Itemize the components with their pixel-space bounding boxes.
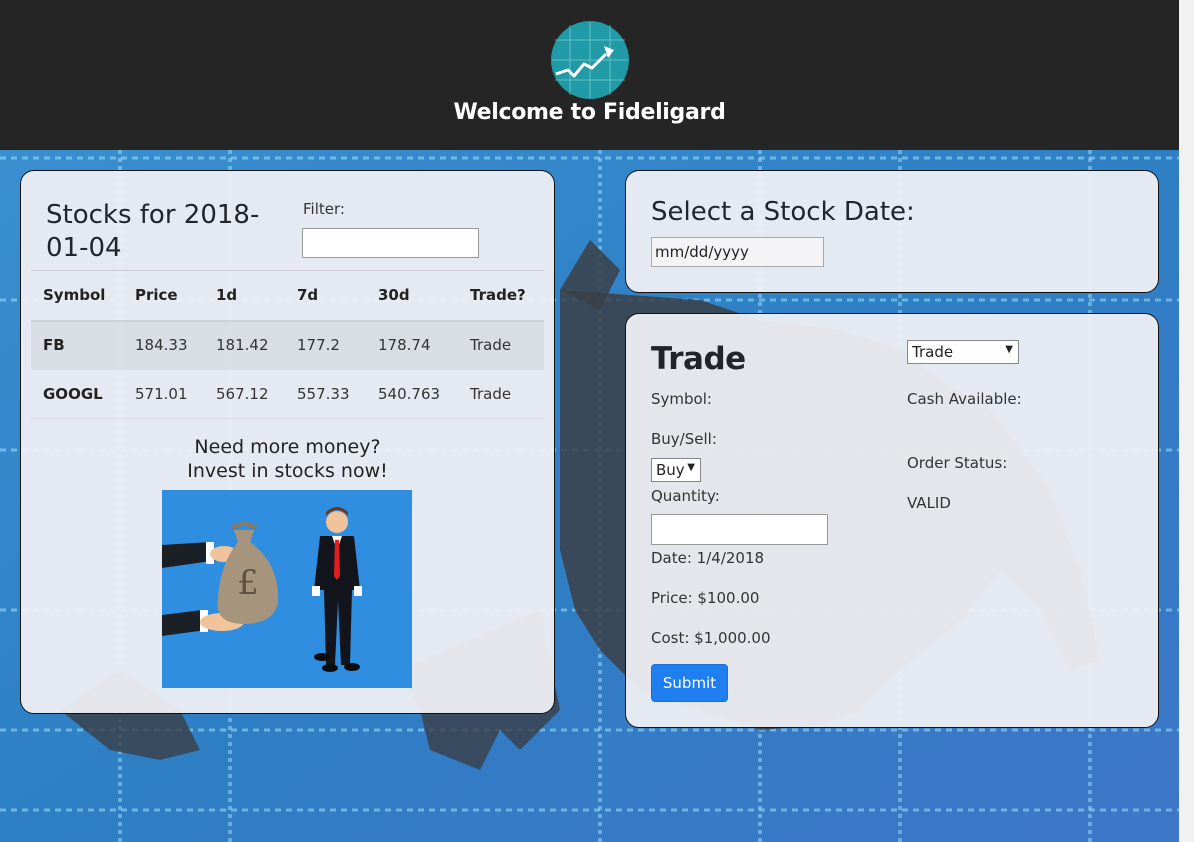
promo-line-2: Invest in stocks now! bbox=[187, 460, 388, 482]
buysell-select-value: Buy bbox=[656, 461, 685, 479]
cash-available-label: Cash Available: bbox=[907, 390, 1022, 408]
column-header-30d[interactable]: 30d bbox=[366, 270, 458, 322]
promo-text: Need more money? Invest in stocks now! bbox=[21, 435, 554, 483]
trending-chart-icon bbox=[551, 21, 629, 99]
price-cell: 571.01 bbox=[123, 369, 204, 419]
change-7d-cell: 177.2 bbox=[285, 320, 366, 370]
trade-cost-text: Cost: $1,000.00 bbox=[651, 629, 771, 647]
date-panel-title: Select a Stock Date: bbox=[651, 197, 915, 227]
table-row: GOOGL 571.01 567.12 557.33 540.763 Trade bbox=[31, 369, 544, 419]
quantity-input[interactable] bbox=[651, 514, 828, 545]
view-select-value: Trade bbox=[912, 343, 954, 361]
column-header-trade: Trade? bbox=[458, 270, 544, 322]
column-header-7d[interactable]: 7d bbox=[285, 270, 366, 322]
money-bag-businessman-illustration: £ bbox=[162, 490, 412, 688]
table-header-row: Symbol Price 1d 7d 30d Trade? bbox=[31, 270, 544, 322]
table-row: FB 184.33 181.42 177.2 178.74 Trade bbox=[31, 320, 544, 370]
column-header-symbol[interactable]: Symbol bbox=[31, 270, 123, 322]
price-cell: 184.33 bbox=[123, 320, 204, 370]
filter-label: Filter: bbox=[303, 200, 345, 218]
change-1d-cell: 181.42 bbox=[204, 320, 285, 370]
trade-title: Trade bbox=[651, 341, 746, 377]
promo-line-1: Need more money? bbox=[194, 436, 381, 458]
svg-text:£: £ bbox=[237, 563, 259, 603]
trade-price-text: Price: $100.00 bbox=[651, 589, 760, 607]
symbol-cell: FB bbox=[31, 320, 123, 370]
change-30d-cell: 540.763 bbox=[366, 369, 458, 419]
chevron-down-icon: ▼ bbox=[687, 462, 695, 473]
submit-button[interactable]: Submit bbox=[651, 664, 728, 702]
column-header-price[interactable]: Price bbox=[123, 270, 204, 322]
order-status-label: Order Status: bbox=[907, 454, 1008, 472]
top-navbar: Welcome to Fideligard bbox=[0, 0, 1179, 150]
trade-link[interactable]: Trade bbox=[458, 320, 544, 370]
stock-date-input[interactable]: mm/dd/yyyy bbox=[651, 237, 824, 267]
trade-date-text: Date: 1/4/2018 bbox=[651, 549, 765, 567]
order-status-value: VALID bbox=[907, 494, 951, 512]
trade-link[interactable]: Trade bbox=[458, 369, 544, 419]
view-select[interactable]: Trade ▼ bbox=[907, 340, 1019, 364]
quantity-label: Quantity: bbox=[651, 487, 720, 505]
trade-panel: Trade Trade ▼ Symbol: Buy/Sell: Buy ▼ Qu… bbox=[625, 313, 1159, 728]
site-title: Welcome to Fideligard bbox=[453, 100, 726, 125]
date-panel: Select a Stock Date: mm/dd/yyyy bbox=[625, 170, 1159, 293]
column-header-1d[interactable]: 1d bbox=[204, 270, 285, 322]
buysell-label: Buy/Sell: bbox=[651, 430, 717, 448]
change-1d-cell: 567.12 bbox=[204, 369, 285, 419]
change-7d-cell: 557.33 bbox=[285, 369, 366, 419]
stocks-title: Stocks for 2018-01-04 bbox=[46, 200, 260, 263]
filter-input[interactable] bbox=[302, 228, 479, 258]
stocks-panel: Stocks for 2018-01-04 Filter: Symbol Pri… bbox=[20, 170, 555, 714]
change-30d-cell: 178.74 bbox=[366, 320, 458, 370]
chevron-down-icon: ▼ bbox=[1005, 344, 1013, 355]
stocks-table: Symbol Price 1d 7d 30d Trade? FB 184.33 … bbox=[31, 270, 544, 419]
symbol-cell: GOOGL bbox=[31, 369, 123, 419]
window-scrollbar[interactable] bbox=[1179, 0, 1194, 842]
symbol-label: Symbol: bbox=[651, 390, 712, 408]
buysell-select[interactable]: Buy ▼ bbox=[651, 458, 701, 482]
